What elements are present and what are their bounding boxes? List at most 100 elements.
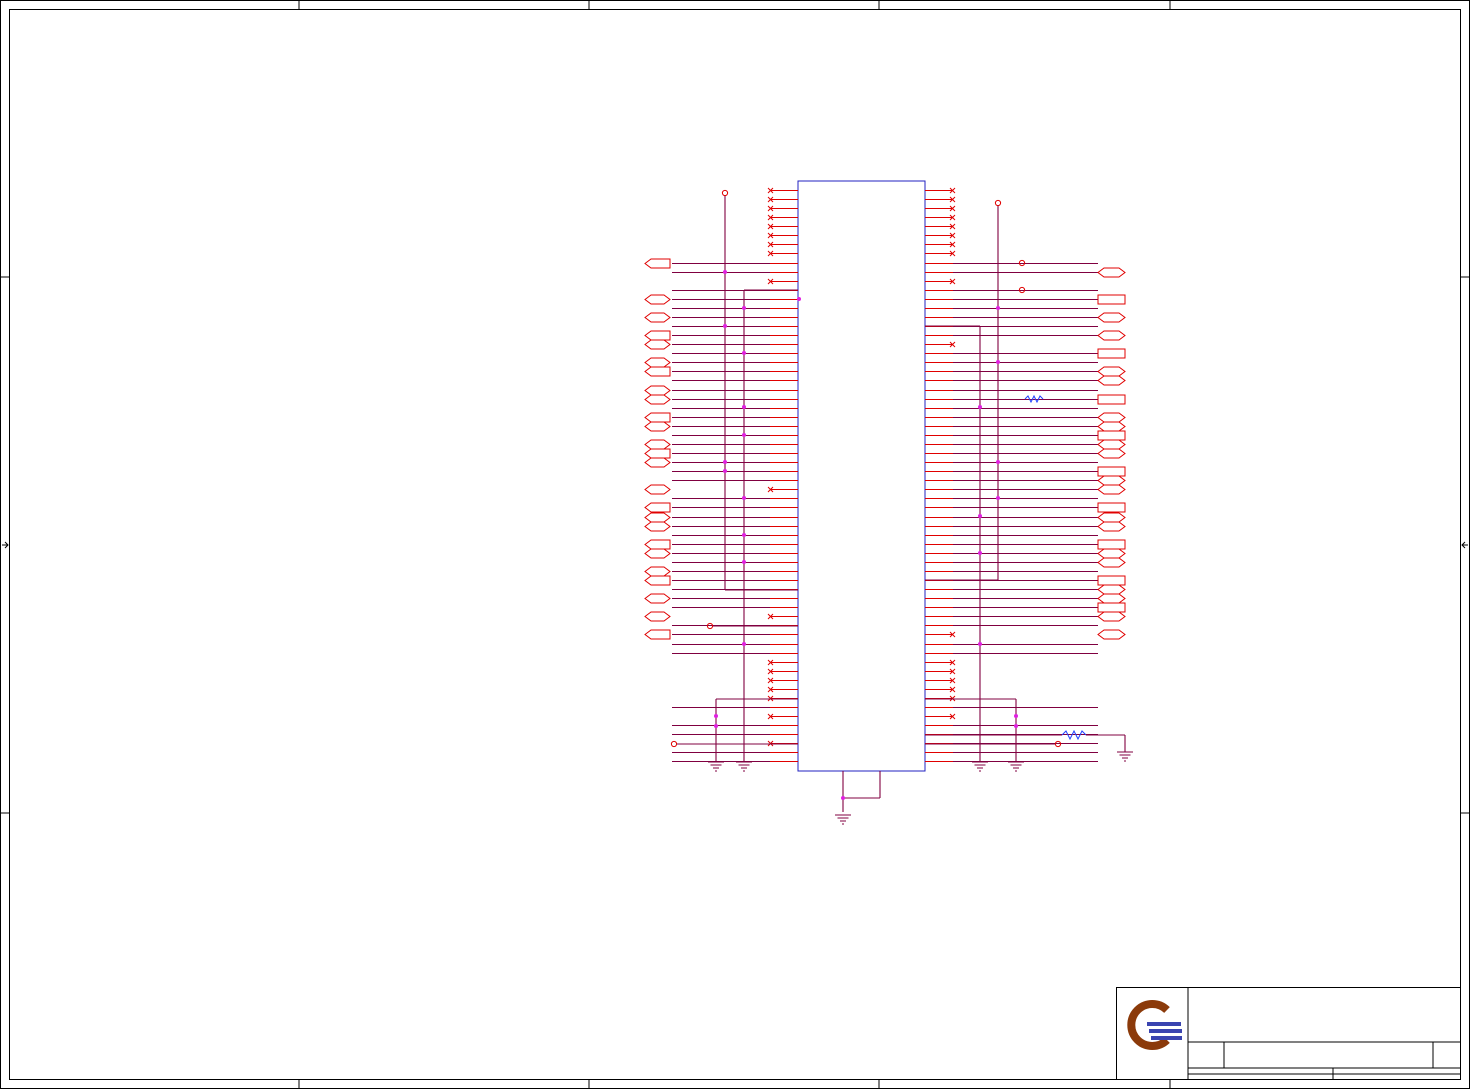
junction-dot (996, 306, 1000, 310)
left-offpage-connector-icon (644, 521, 671, 532)
left-offpage-connector-icon (644, 448, 671, 459)
right-offpage-connector-icon (1097, 466, 1126, 477)
right-offpage-connector-icon (1097, 475, 1126, 486)
junction-dot (714, 724, 718, 728)
right-offpage-connector-icon (1097, 312, 1126, 323)
left-offpage-connector-icon (644, 484, 671, 495)
junction-dot (1014, 714, 1018, 718)
junction-dot (1014, 724, 1018, 728)
ground-icon (708, 761, 724, 772)
left-offpage-connector-icon (644, 548, 671, 559)
junction-dot (742, 433, 746, 437)
ground-icon (1117, 751, 1133, 762)
junction-dot (978, 514, 982, 518)
left-offpage-connector-icon (644, 629, 671, 640)
junction-dot (742, 642, 746, 646)
left-offpage-connector-icon (644, 312, 671, 323)
title-block (1116, 987, 1461, 1080)
junction-dot (742, 306, 746, 310)
right-offpage-connector-icon (1097, 294, 1126, 305)
junction-dot (797, 297, 801, 301)
left-offpage-connector-icon (644, 539, 671, 550)
junction-dot (978, 642, 982, 646)
junction-dot (742, 351, 746, 355)
junction-dot (742, 405, 746, 409)
ground-icon (835, 814, 851, 825)
right-offpage-connector-icon (1097, 412, 1126, 423)
right-offpage-connector-icon (1097, 448, 1126, 459)
right-offpage-connector-icon (1097, 502, 1126, 513)
left-power-pin-icon (721, 189, 729, 197)
right-offpage-connector-icon (1097, 575, 1126, 586)
chip-ground-tab (841, 771, 881, 812)
right-buses (925, 199, 1126, 762)
right-offpage-connector-icon (1097, 330, 1126, 341)
left-offpage-connector-icon (644, 330, 671, 341)
right-offpage-connector-icon (1097, 484, 1126, 495)
left-offpage-connector-icon (644, 611, 671, 622)
right-offpage-connector-icon (1097, 557, 1126, 568)
right-pin-group (925, 187, 1098, 763)
right-port-group (1097, 267, 1126, 640)
right-offpage-connector-icon (1097, 439, 1126, 450)
left-offpage-connector-icon (644, 502, 671, 513)
junction-dot (723, 460, 727, 464)
left-offpage-connector-icon (644, 412, 671, 423)
right-offpage-connector-icon (1097, 512, 1126, 523)
left-offpage-connector-icon (644, 385, 671, 396)
ic-body (797, 180, 926, 772)
left-offpage-connector-icon (644, 421, 671, 432)
right-offpage-connector-icon (1097, 348, 1126, 359)
right-offpage-connector-icon (1097, 430, 1126, 441)
left-buses (670, 189, 798, 762)
schematic-sheet (0, 0, 1470, 1089)
company-logo (1127, 1000, 1182, 1050)
junction-dot (723, 469, 727, 473)
right-offpage-connector-icon (1097, 375, 1126, 386)
left-offpage-connector-icon (644, 575, 671, 586)
left-offpage-connector-icon (644, 512, 671, 523)
right-offpage-connector-icon (1097, 394, 1126, 405)
junction-dot (742, 533, 746, 537)
right-offpage-connector-icon (1097, 629, 1126, 640)
left-offpage-connector-icon (644, 294, 671, 305)
ground-icon (1008, 761, 1024, 772)
ground-icon (972, 761, 988, 772)
junction-dot (723, 270, 727, 274)
right-power-pin-icon (994, 199, 1002, 207)
left-offpage-connector-icon (644, 366, 671, 377)
junction-dot (742, 496, 746, 500)
left-offpage-connector-icon (644, 593, 671, 604)
junction-dot (978, 405, 982, 409)
right-offpage-connector-icon (1097, 611, 1126, 622)
right-offpage-connector-icon (1097, 548, 1126, 559)
right-offpage-connector-icon (1097, 366, 1126, 377)
left-offpage-connector-icon (644, 566, 671, 577)
left-offpage-connector-icon (644, 457, 671, 468)
left-port-group (644, 258, 671, 640)
junction-dot (996, 360, 1000, 364)
right-offpage-connector-icon (1097, 584, 1126, 595)
right-offpage-connector-icon (1097, 602, 1126, 613)
right-offpage-connector-icon (1097, 539, 1126, 550)
junction-dot (996, 496, 1000, 500)
right-offpage-connector-icon (1097, 593, 1126, 604)
right-offpage-connector-icon (1097, 521, 1126, 532)
left-offpage-connector-icon (644, 258, 671, 269)
left-offpage-connector-icon (644, 339, 671, 350)
junction-dot (714, 714, 718, 718)
left-pin-group (672, 187, 798, 763)
left-offpage-connector-icon (644, 357, 671, 368)
left-center-arrow-icon (2, 541, 9, 549)
right-offpage-connector-icon (1097, 421, 1126, 432)
junction-dot (723, 324, 727, 328)
left-offpage-connector-icon (644, 394, 671, 405)
junction-dot (742, 560, 746, 564)
junction-dot (978, 551, 982, 555)
junction-dot (996, 460, 1000, 464)
left-input-pin-icon (670, 740, 678, 748)
ground-icon (736, 761, 752, 772)
left-offpage-connector-icon (644, 439, 671, 450)
right-center-arrow-icon (1461, 541, 1468, 549)
right-offpage-connector-icon (1097, 267, 1126, 278)
